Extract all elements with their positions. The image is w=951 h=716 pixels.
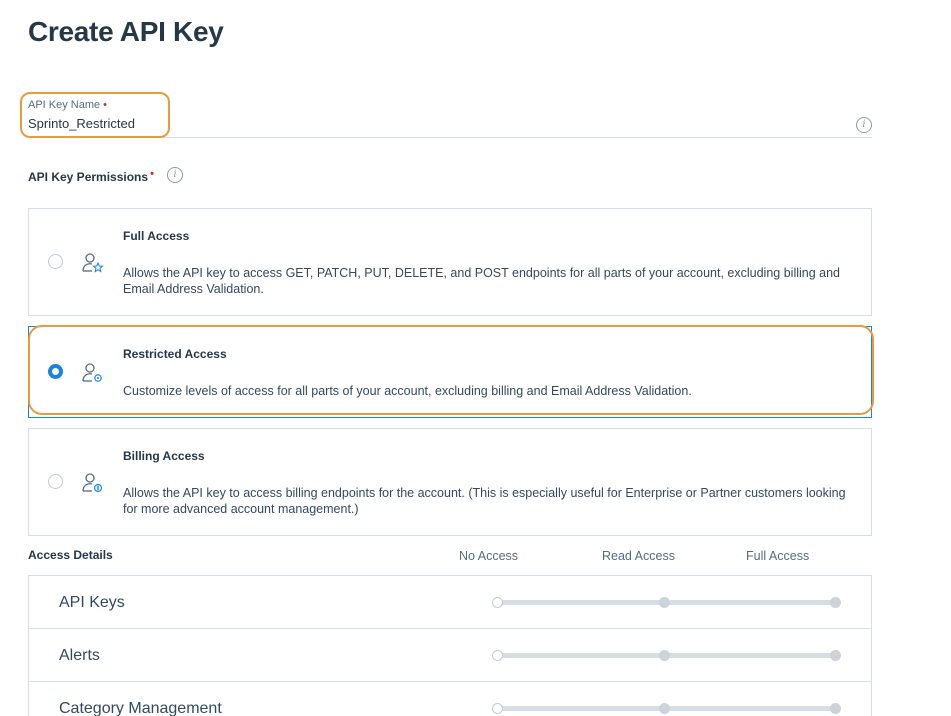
access-row-alerts: Alerts	[29, 629, 871, 682]
access-row-api-keys: API Keys	[29, 576, 871, 629]
access-row-category-management: Category Management	[29, 682, 871, 716]
info-icon[interactable]: i	[856, 117, 872, 133]
user-star-icon	[82, 253, 104, 273]
access-row-label: Category Management	[59, 700, 222, 716]
option-title: Full Access	[123, 229, 190, 243]
slider-stop-read[interactable]	[659, 597, 670, 608]
access-details-header: Access Details	[28, 548, 113, 562]
radio-full-access[interactable]	[48, 254, 63, 269]
access-details-table: API Keys Alerts Category Management	[28, 575, 872, 716]
api-key-permissions-label: API Key Permissions •	[28, 168, 154, 184]
permission-option-full-access[interactable]: Full Access Allows the API key to access…	[28, 208, 872, 316]
slider-handle[interactable]	[492, 703, 503, 714]
slider-stop-full[interactable]	[830, 650, 841, 661]
slider-stop-full[interactable]	[830, 597, 841, 608]
option-description: Allows the API key to access billing end…	[123, 486, 846, 516]
access-row-label: API Keys	[59, 594, 125, 611]
slider-stop-read[interactable]	[659, 703, 670, 714]
name-highlight-outline	[20, 92, 170, 138]
access-level-slider[interactable]	[492, 650, 842, 662]
access-level-slider[interactable]	[492, 703, 842, 715]
restricted-highlight-outline	[28, 325, 874, 415]
slider-stop-read[interactable]	[659, 650, 670, 661]
slider-stop-full[interactable]	[830, 703, 841, 714]
access-level-slider[interactable]	[492, 597, 842, 609]
column-header-no-access: No Access	[459, 549, 519, 563]
access-row-label: Alerts	[59, 647, 100, 664]
user-dollar-icon	[82, 473, 103, 493]
info-icon[interactable]: i	[167, 167, 183, 183]
radio-billing-access[interactable]	[48, 474, 63, 489]
option-description: Allows the API key to access GET, PATCH,…	[123, 266, 841, 296]
option-title: Billing Access	[123, 449, 205, 463]
slider-handle[interactable]	[492, 597, 503, 608]
permission-option-billing-access[interactable]: Billing Access Allows the API key to acc…	[28, 428, 872, 536]
page-title: Create API Key	[28, 16, 224, 47]
required-marker: •	[150, 168, 154, 180]
slider-handle[interactable]	[492, 650, 503, 661]
column-header-read-access: Read Access	[602, 549, 675, 563]
column-header-full-access: Full Access	[746, 549, 810, 563]
